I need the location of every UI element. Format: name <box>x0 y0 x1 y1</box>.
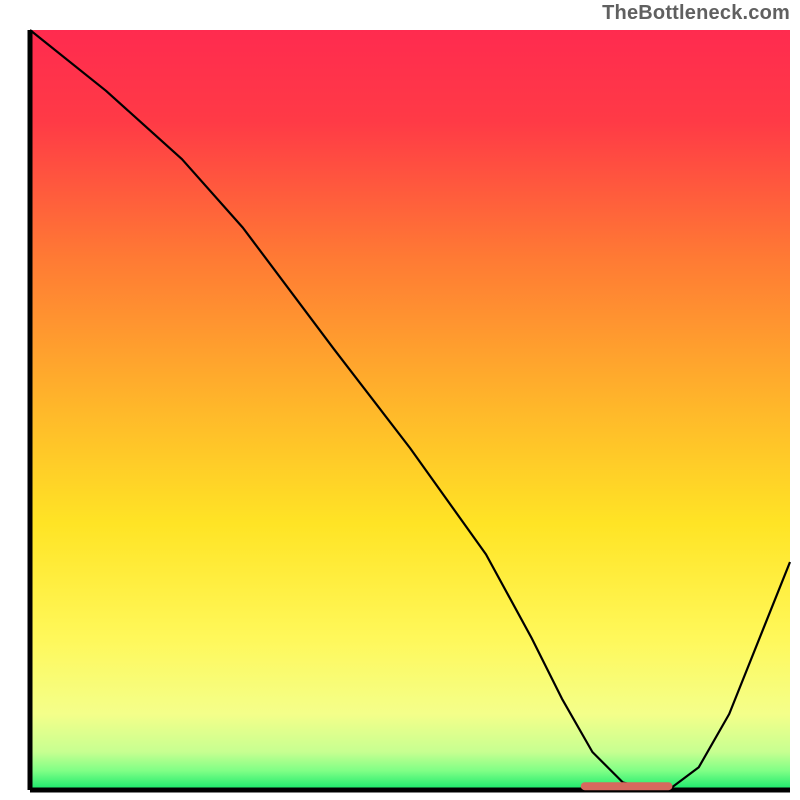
chart-background <box>30 30 790 790</box>
bottleneck-chart <box>0 0 800 800</box>
